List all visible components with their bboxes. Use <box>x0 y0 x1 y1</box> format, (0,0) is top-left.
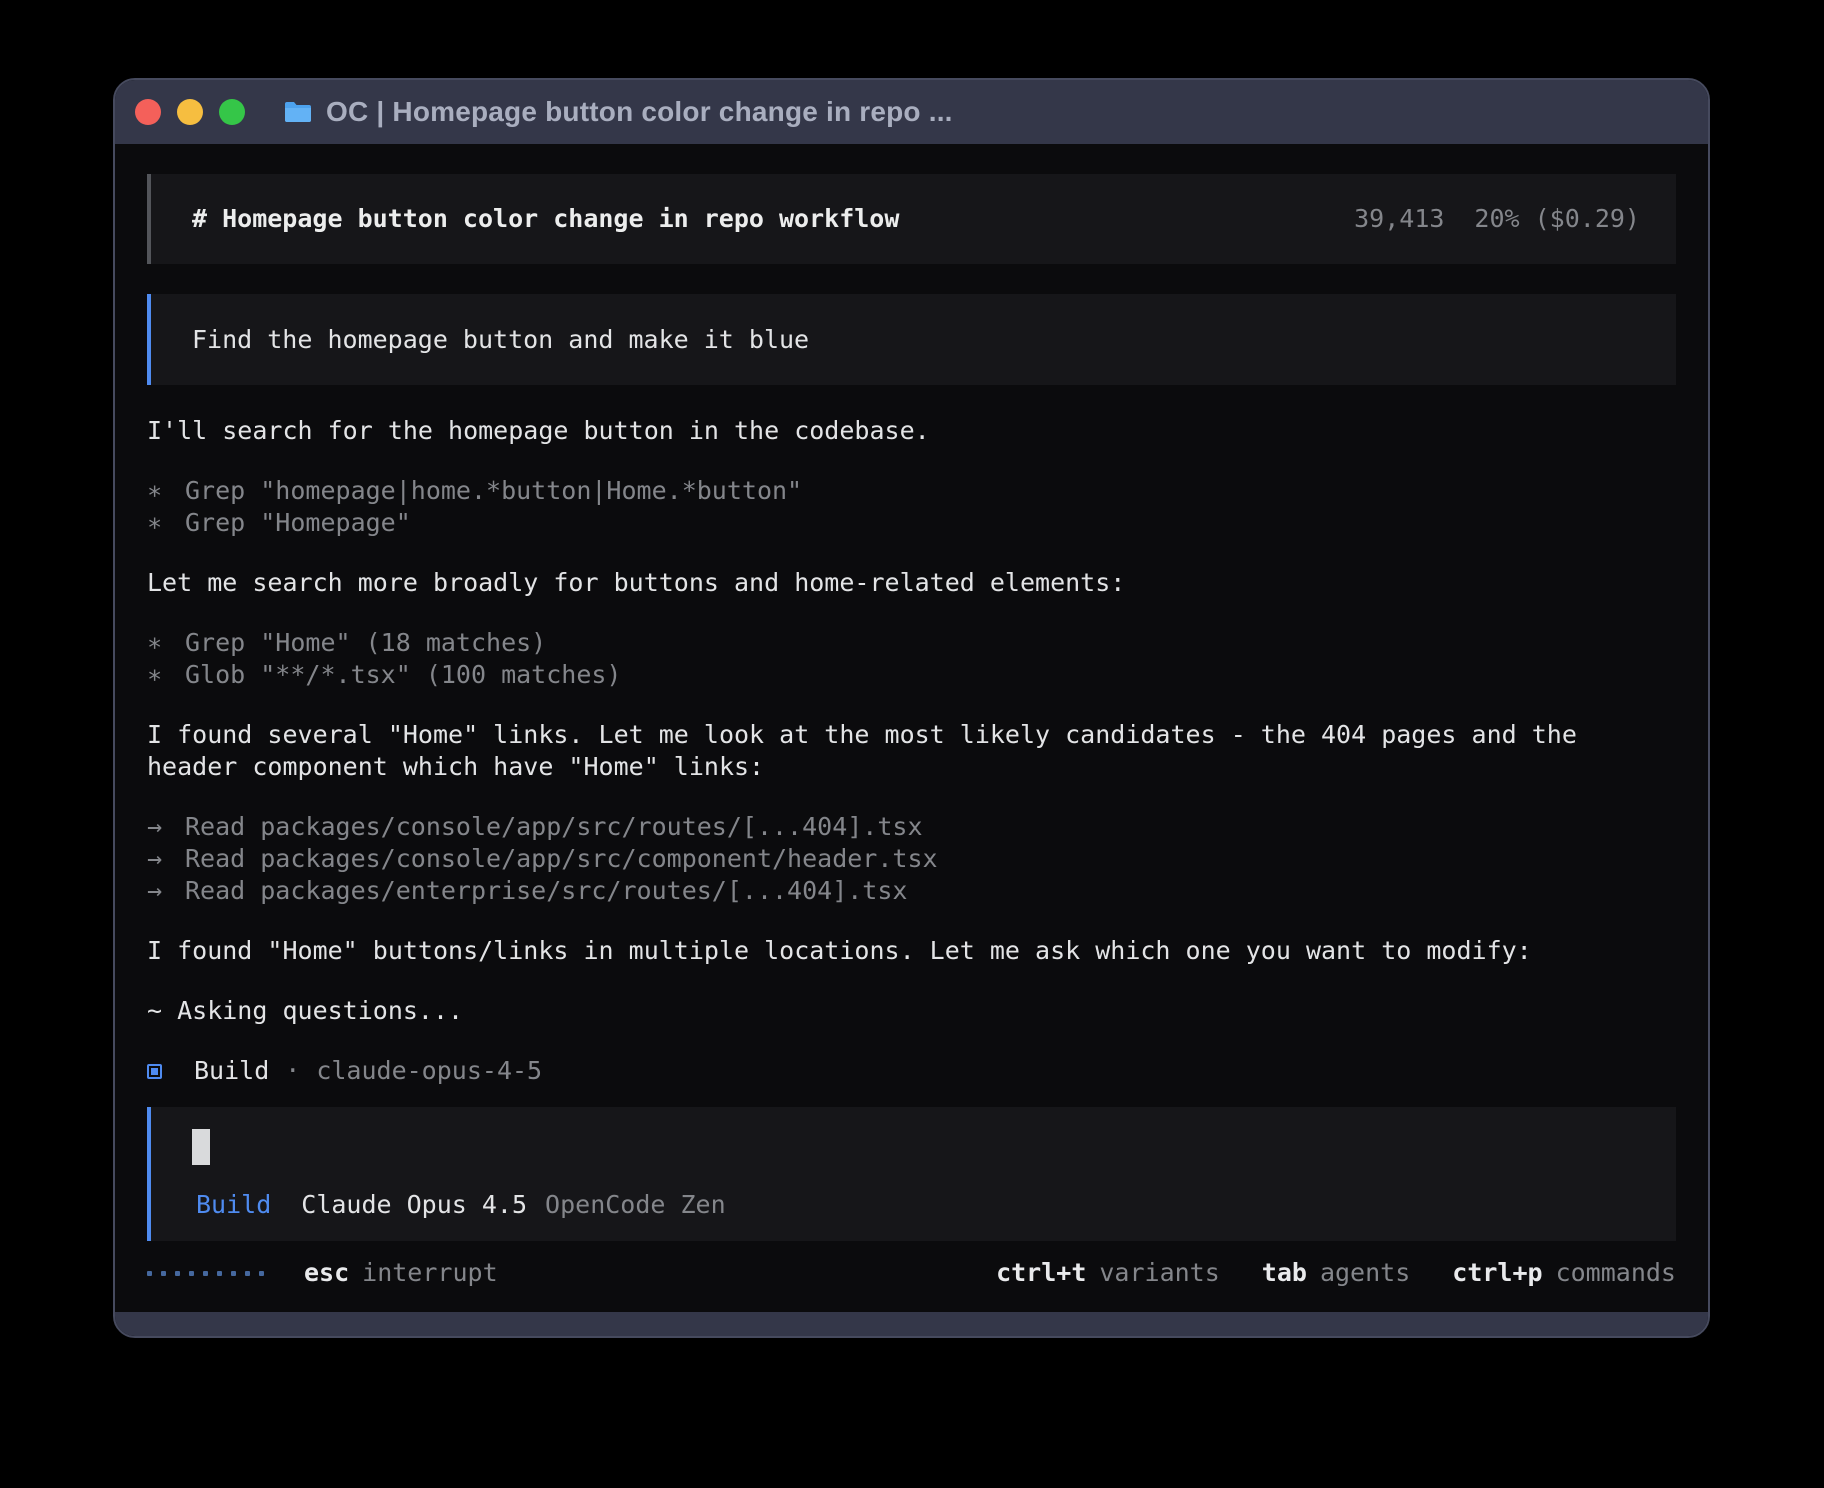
tool-call-glob: ∗Glob "**/*.tsx" (100 matches) <box>147 659 1676 691</box>
shortcut-label: commands <box>1556 1258 1676 1287</box>
tool-call-text: Read packages/enterprise/src/routes/[...… <box>185 876 907 905</box>
tool-call-text: Read packages/console/app/src/component/… <box>185 844 938 873</box>
asterisk-icon: ∗ <box>147 475 185 507</box>
close-button[interactable] <box>135 99 161 125</box>
provider-label: OpenCode Zen <box>545 1189 726 1221</box>
tool-call-read: →Read packages/enterprise/src/routes/[..… <box>147 875 1676 907</box>
user-message-text: Find the homepage button and make it blu… <box>192 324 809 356</box>
esc-label: interrupt <box>362 1257 497 1289</box>
arrow-right-icon: → <box>147 843 185 875</box>
terminal-content: # Homepage button color change in repo w… <box>115 144 1708 1312</box>
tool-call-text: Read packages/console/app/src/routes/[..… <box>185 812 923 841</box>
shortcut-label: agents <box>1320 1258 1410 1287</box>
folder-icon <box>283 99 313 125</box>
agent-model: claude-opus-4-5 <box>316 1055 542 1087</box>
interrupt-hint: esc interrupt <box>147 1257 498 1289</box>
asterisk-icon: ∗ <box>147 659 185 691</box>
tool-call-grep: ∗Grep "homepage|home.*button|Home.*butto… <box>147 475 1676 507</box>
tool-call-grep: ∗Grep "Home" (18 matches) <box>147 627 1676 659</box>
token-count: 39,413 <box>1354 203 1444 235</box>
hint-variants: ctrl+t variants <box>996 1257 1220 1289</box>
tool-call-text: Grep "Homepage" <box>185 508 411 537</box>
agent-square-icon <box>147 1064 162 1079</box>
assistant-paragraph: I found "Home" buttons/links in multiple… <box>147 935 1637 967</box>
session-stats: 39,413 20% ($0.29) <box>1354 203 1640 235</box>
shortcut-key: ctrl+t <box>996 1258 1086 1287</box>
prompt-input[interactable]: Build Claude Opus 4.5 OpenCode Zen <box>147 1107 1676 1241</box>
terminal-window: OC | Homepage button color change in rep… <box>113 78 1710 1338</box>
user-message: Find the homepage button and make it blu… <box>147 294 1676 385</box>
tool-call-read: →Read packages/console/app/src/component… <box>147 843 1676 875</box>
input-meta: Build Claude Opus 4.5 OpenCode Zen <box>196 1189 726 1221</box>
shortcut-key: ctrl+p <box>1452 1258 1542 1287</box>
shortcut-key: tab <box>1262 1258 1307 1287</box>
asterisk-icon: ∗ <box>147 627 185 659</box>
shortcut-label: variants <box>1099 1258 1219 1287</box>
assistant-paragraph: Let me search more broadly for buttons a… <box>147 567 1637 599</box>
working-status: ~ Asking questions... <box>147 995 1676 1027</box>
text-cursor <box>192 1129 210 1165</box>
window-bottom-bar <box>115 1312 1708 1336</box>
asterisk-icon: ∗ <box>147 507 185 539</box>
tool-call-group: ∗Grep "homepage|home.*button|Home.*butto… <box>147 475 1676 539</box>
model-label[interactable]: Claude Opus 4.5 <box>301 1189 527 1221</box>
tool-call-grep: ∗Grep "Homepage" <box>147 507 1676 539</box>
window-title: OC | Homepage button color change in rep… <box>326 96 953 128</box>
minimize-button[interactable] <box>177 99 203 125</box>
spinner-dots-icon <box>147 1271 264 1276</box>
assistant-paragraph: I found several "Home" links. Let me loo… <box>147 719 1637 783</box>
context-cost: 20% ($0.29) <box>1474 203 1640 235</box>
tool-call-group: →Read packages/console/app/src/routes/[.… <box>147 811 1676 907</box>
assistant-response: I'll search for the homepage button in t… <box>147 415 1676 1087</box>
agent-name: Build <box>194 1055 269 1087</box>
mode-label[interactable]: Build <box>196 1189 271 1221</box>
tool-call-text: Glob "**/*.tsx" (100 matches) <box>185 660 622 689</box>
shortcut-hints: ctrl+t variants tab agents ctrl+p commands <box>954 1257 1676 1289</box>
zoom-button[interactable] <box>219 99 245 125</box>
arrow-right-icon: → <box>147 875 185 907</box>
titlebar[interactable]: OC | Homepage button color change in rep… <box>115 80 1708 144</box>
esc-key: esc <box>304 1257 349 1289</box>
tool-call-read: →Read packages/console/app/src/routes/[.… <box>147 811 1676 843</box>
session-title: # Homepage button color change in repo w… <box>192 203 899 235</box>
tool-call-text: Grep "homepage|home.*button|Home.*button… <box>185 476 802 505</box>
tool-call-group: ∗Grep "Home" (18 matches) ∗Glob "**/*.ts… <box>147 627 1676 691</box>
footer-hints: esc interrupt ctrl+t variants tab agents c… <box>147 1257 1676 1289</box>
hint-commands: ctrl+p commands <box>1452 1257 1676 1289</box>
dot-separator: · <box>285 1055 300 1087</box>
session-header: # Homepage button color change in repo w… <box>147 174 1676 264</box>
hint-agents: tab agents <box>1262 1257 1410 1289</box>
arrow-right-icon: → <box>147 811 185 843</box>
agent-status-line: Build · claude-opus-4-5 <box>147 1055 1676 1087</box>
assistant-paragraph: I'll search for the homepage button in t… <box>147 415 1637 447</box>
tool-call-text: Grep "Home" (18 matches) <box>185 628 546 657</box>
